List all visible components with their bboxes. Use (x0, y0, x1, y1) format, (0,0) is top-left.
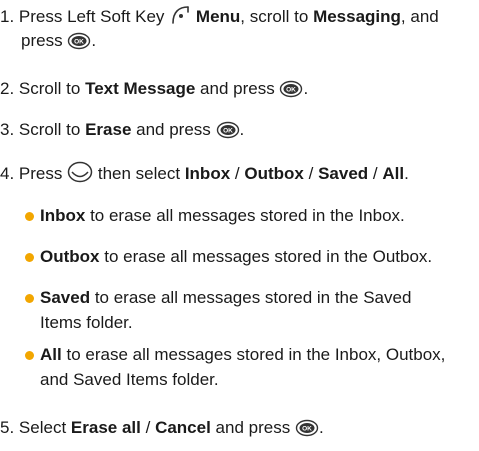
bullet-dot (25, 212, 34, 221)
bullet-term: Inbox (40, 206, 86, 225)
bullet-outbox: Outbox to erase all messages stored in t… (40, 246, 432, 268)
ok-key-icon: OK (216, 121, 239, 139)
bullet-text: and Saved Items folder. (40, 370, 219, 389)
bullet-text: to erase all messages stored in the Save… (94, 288, 412, 307)
text-message-label: Text Message (85, 79, 196, 98)
step-text: press (21, 31, 63, 50)
step-text: . (404, 164, 409, 183)
ok-key-icon: OK (68, 32, 91, 50)
ok-key-label: OK (302, 426, 312, 433)
step-text: . (91, 31, 97, 50)
step-text: Scroll to (18, 79, 81, 98)
bullet-inbox: Inbox to erase all messages stored in th… (40, 205, 405, 227)
bullet-text: to erase all messages stored in the Inbo… (66, 345, 446, 364)
bullet-text: to erase all messages stored in the Outb… (104, 247, 433, 266)
step-text: Select (18, 418, 67, 437)
step-text: and press (200, 79, 275, 98)
step-text: and press (215, 418, 291, 437)
erase-label: Erase (85, 120, 132, 139)
bullet-term: Outbox (40, 247, 100, 266)
bullet-dot (25, 294, 34, 303)
step-text: and press (136, 120, 211, 139)
ok-key-icon: OK (280, 80, 303, 98)
step-text: , and (400, 7, 439, 26)
step-number: 5. (0, 418, 15, 437)
option-all: All (382, 164, 405, 183)
option-cancel: Cancel (155, 418, 211, 437)
ok-key-label: OK (74, 39, 84, 46)
bullet-all-cont: and Saved Items folder. (40, 369, 219, 391)
step-5-line: 5. Select Erase all / Cancel and press O… (0, 417, 324, 439)
bullet-all: All to erase all messages stored in the … (40, 344, 445, 366)
option-outbox: Outbox (244, 164, 304, 183)
step-text: . (303, 79, 309, 98)
step-text: Press Left Soft Key (18, 7, 165, 26)
step-text: , scroll to (240, 7, 309, 26)
menu-label: Menu (195, 7, 241, 26)
left-soft-key-icon (172, 6, 189, 24)
step-3-line: 3. Scroll to Erase and press OK . (0, 119, 244, 141)
step-1-line-1: 1. Press Left Soft Key Menu, scroll to M… (0, 4, 439, 28)
step-number: 2. (0, 79, 15, 98)
step-2-line: 2. Scroll to Text Message and press OK . (0, 78, 308, 100)
bullet-dot (25, 253, 34, 262)
step-number: 1. (0, 7, 15, 26)
bullet-saved: Saved to erase all messages stored in th… (40, 287, 411, 309)
messaging-label: Messaging (313, 7, 401, 26)
step-4-line: 4. Press then select Inbox / Outbox / Sa… (0, 161, 409, 185)
step-text: . (318, 418, 324, 437)
navigation-key-icon (67, 161, 93, 183)
ok-key-label: OK (223, 128, 233, 135)
step-number: 3. (0, 120, 15, 139)
step-1-line-2: press OK . (21, 30, 96, 52)
step-text: Scroll to (18, 120, 81, 139)
ok-key-label: OK (287, 87, 297, 94)
step-text: Press (18, 164, 63, 183)
option-inbox: Inbox (184, 164, 231, 183)
bullet-dot (25, 351, 34, 360)
instructions-document: 1. Press Left Soft Key Menu, scroll to M… (0, 0, 479, 451)
option-erase-all: Erase all (70, 418, 141, 437)
bullet-text: to erase all messages stored in the Inbo… (90, 206, 405, 225)
bullet-term: Saved (40, 288, 91, 307)
separator: / (308, 164, 314, 183)
bullet-saved-cont: Items folder. (40, 312, 133, 334)
step-text: . (239, 120, 245, 139)
ok-key-icon: OK (295, 419, 319, 437)
separator: / (372, 164, 378, 183)
separator: / (145, 418, 151, 437)
step-text: then select (97, 164, 181, 183)
step-number: 4. (0, 164, 15, 183)
bullet-text: Items folder. (40, 313, 133, 332)
bullet-term: All (40, 345, 62, 364)
option-saved: Saved (318, 164, 369, 183)
separator: / (234, 164, 240, 183)
